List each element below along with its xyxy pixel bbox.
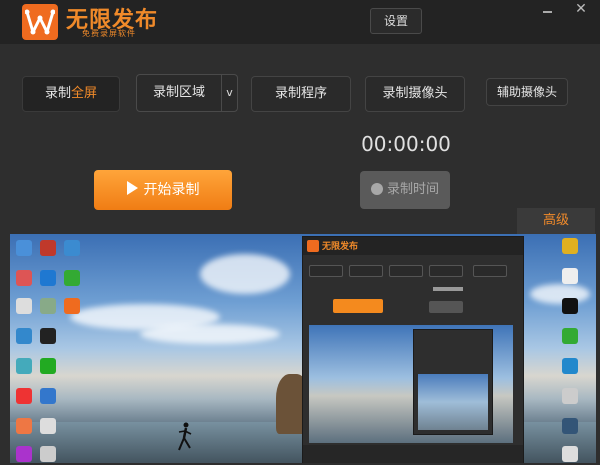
preview-cloud — [530, 284, 590, 304]
preview-cloud — [200, 254, 290, 294]
desktop-icon — [40, 446, 56, 462]
desktop-icon — [40, 270, 56, 286]
preview-app-titlebar: 无限发布 — [303, 237, 523, 255]
desktop-icon — [562, 388, 578, 404]
preview-mode-button — [309, 265, 343, 277]
record-program-button[interactable]: 录制程序 — [251, 76, 351, 112]
desktop-icon — [562, 298, 578, 314]
desktop-icon — [16, 270, 32, 286]
desktop-icon — [562, 446, 578, 462]
desktop-icon — [40, 418, 56, 434]
desktop-icon — [64, 240, 80, 256]
record-dot-icon — [370, 183, 383, 195]
record-camera-button[interactable]: 录制摄像头 — [365, 76, 465, 112]
desktop-icon — [16, 418, 32, 434]
desktop-icon — [16, 328, 32, 344]
preview-app-bottom-bar — [303, 445, 523, 463]
record-timer: 00:00:00 — [361, 132, 451, 156]
preview-timer — [433, 287, 463, 291]
title-bar: 无限发布 免费录屏软件 设置 ✕ — [0, 0, 600, 44]
desktop-icon — [16, 388, 32, 404]
region-dropdown-toggle[interactable]: v — [221, 75, 237, 111]
preview-record-time-button — [429, 301, 463, 313]
desktop-icon — [562, 418, 578, 434]
start-record-button[interactable]: 开始录制 — [94, 170, 232, 210]
record-region-label: 录制区域 — [152, 85, 205, 100]
preview-nested-screen-inner — [418, 374, 488, 430]
screen-preview: 无限发布 — [10, 234, 596, 463]
preview-mode-button — [429, 265, 463, 277]
desktop-icon — [64, 270, 80, 286]
minimize-icon[interactable] — [540, 2, 556, 18]
preview-nested-screen — [309, 325, 513, 443]
preview-app-window: 无限发布 — [302, 236, 524, 463]
play-icon — [126, 181, 138, 195]
aux-camera-button[interactable]: 辅助摄像头 — [486, 78, 568, 106]
preview-mode-button — [349, 265, 383, 277]
preview-runner-figure — [178, 422, 192, 451]
app-logo-icon — [22, 4, 58, 40]
preview-app-name: 无限发布 — [322, 242, 359, 252]
app-slogan: 免费录屏软件 — [82, 29, 136, 38]
desktop-icon — [16, 240, 32, 256]
desktop-icon — [16, 298, 32, 314]
preview-app-logo-icon — [307, 240, 319, 252]
record-time-button[interactable]: 录制时间 — [360, 171, 450, 209]
advanced-tab[interactable]: 高级 — [517, 208, 595, 234]
desktop-icon — [16, 358, 32, 374]
record-fullscreen-prefix: 录制 — [44, 86, 71, 101]
desktop-icon — [562, 328, 578, 344]
record-fullscreen-highlight: 全屏 — [71, 86, 98, 101]
desktop-icon — [40, 240, 56, 256]
desktop-icon — [64, 298, 80, 314]
start-record-label: 开始录制 — [143, 182, 200, 198]
desktop-icon — [40, 328, 56, 344]
desktop-icon — [562, 268, 578, 284]
settings-button[interactable]: 设置 — [370, 8, 422, 34]
record-fullscreen-button[interactable]: 录制全屏 — [22, 76, 120, 112]
desktop-icon — [16, 446, 32, 462]
preview-start-button — [333, 299, 383, 313]
close-icon[interactable]: ✕ — [572, 0, 590, 18]
desktop-icon — [40, 388, 56, 404]
preview-mode-button — [389, 265, 423, 277]
desktop-icon — [562, 358, 578, 374]
preview-cloud — [140, 324, 280, 344]
desktop-icon — [40, 358, 56, 374]
record-region-button[interactable]: 录制区域 v — [136, 74, 238, 112]
record-time-label: 录制时间 — [386, 182, 439, 197]
preview-nested-app-window — [413, 329, 493, 435]
desktop-icon — [40, 298, 56, 314]
preview-mode-button — [473, 265, 507, 277]
desktop-icon — [562, 238, 578, 254]
